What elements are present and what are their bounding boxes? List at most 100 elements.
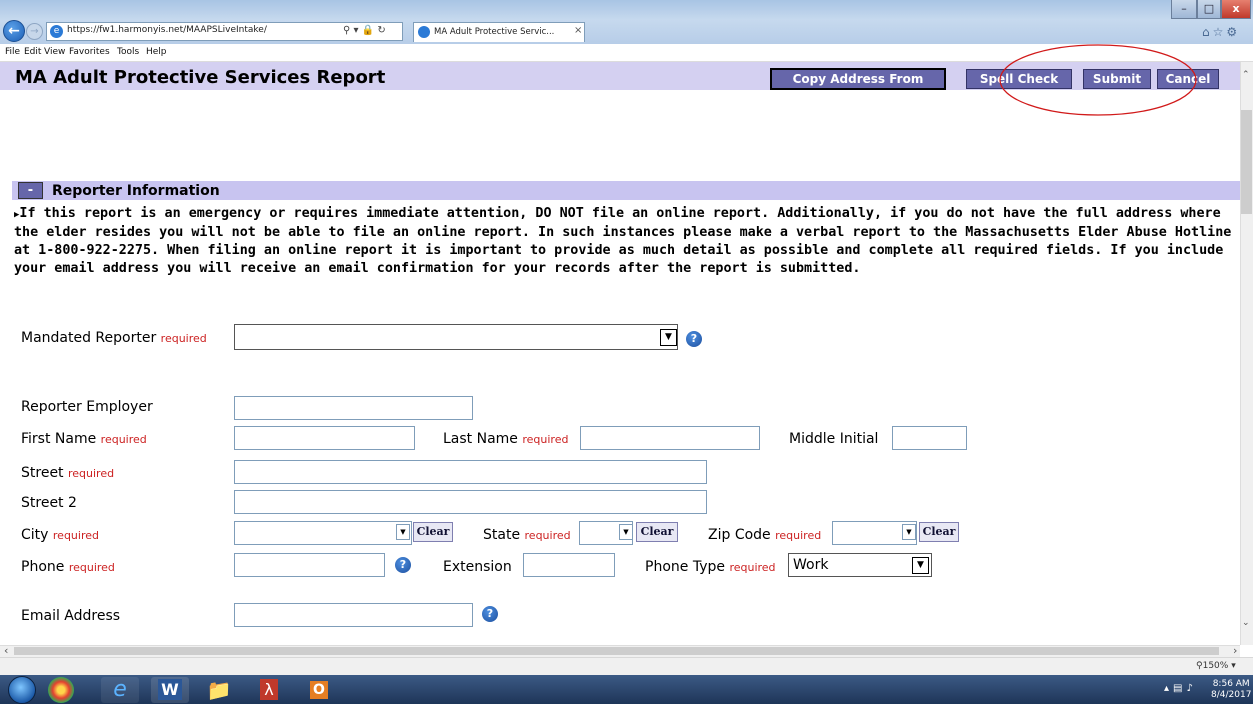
required-marker: required [160, 332, 207, 345]
required-marker: required [775, 529, 822, 542]
tab-title: MA Adult Protective Servic... [434, 27, 555, 37]
magnifier-icon: ⚲ [1196, 661, 1203, 671]
city-dropdown-icon[interactable]: ▼ [396, 524, 410, 540]
dropdown-icon[interactable]: ▾ [354, 25, 359, 36]
phone-type-select[interactable]: Work [788, 553, 932, 577]
horizontal-scroll-thumb[interactable] [14, 647, 1219, 655]
required-marker: required [68, 561, 115, 574]
dropdown-icon[interactable]: ▾ [1231, 661, 1236, 671]
menu-favorites[interactable]: Favorites [69, 47, 110, 57]
menu-file[interactable]: File [5, 47, 20, 57]
scroll-left-icon[interactable]: ‹ [4, 644, 8, 657]
middle-initial-input[interactable] [892, 426, 967, 450]
scroll-right-icon[interactable]: › [1233, 644, 1237, 657]
address-url[interactable]: https://fw1.harmonyis.net/MAAPSLiveIntak… [67, 25, 267, 35]
scroll-down-icon[interactable]: ⌄ [1242, 618, 1250, 628]
state-dropdown-icon[interactable]: ▼ [619, 524, 633, 540]
city-clear-button[interactable]: Clear [413, 522, 453, 542]
phone-type-label: Phone Type required [645, 559, 776, 575]
network-icon[interactable]: ▤ [1173, 683, 1186, 694]
search-icon[interactable]: ⚲ [343, 25, 350, 36]
mandated-reporter-label: Mandated Reporter required [21, 330, 207, 346]
reporter-employer-label: Reporter Employer [21, 399, 153, 415]
required-marker: required [522, 433, 569, 446]
annotation-circle [999, 44, 1197, 116]
state-label-text: State [483, 527, 521, 543]
notice-text: If this report is an emergency or requir… [14, 206, 1232, 276]
outlook-icon[interactable]: O [300, 677, 338, 703]
mandated-reporter-label-text: Mandated Reporter [21, 330, 157, 346]
acrobat-icon[interactable]: λ [250, 677, 288, 703]
email-label: Email Address [21, 608, 121, 624]
menu-edit[interactable]: Edit [24, 47, 41, 57]
zip-code-label: Zip Code required [708, 527, 821, 543]
extension-input[interactable] [523, 553, 615, 577]
menu-help[interactable]: Help [146, 47, 167, 57]
city-label-text: City [21, 527, 49, 543]
chevron-down-icon[interactable]: ▼ [912, 557, 929, 574]
address-bar[interactable]: e https://fw1.harmonyis.net/MAAPSLiveInt… [46, 22, 403, 41]
menu-tools[interactable]: Tools [117, 47, 139, 57]
mandated-reporter-select[interactable] [234, 324, 678, 350]
close-window-button[interactable]: x [1221, 0, 1251, 19]
vertical-scroll-thumb[interactable] [1241, 110, 1252, 214]
forward-arrow-icon[interactable]: → [26, 23, 43, 40]
settings-gear-icon[interactable]: ⚙ [1226, 25, 1240, 39]
minimize-button[interactable]: – [1171, 0, 1197, 19]
browser-toolbar-icons: ⌂☆⚙ [1202, 25, 1240, 39]
system-tray: ▴▤♪ [1164, 683, 1197, 694]
clock-date: 8/4/2017 [1211, 690, 1252, 700]
file-explorer-icon[interactable]: 📁 [200, 677, 238, 703]
tray-expand-icon[interactable]: ▴ [1164, 683, 1173, 694]
word-icon[interactable]: W [151, 677, 189, 703]
street-input[interactable] [234, 460, 707, 484]
section-title: Reporter Information [52, 183, 220, 199]
clock[interactable]: 8:56 AM 8/4/2017 [1211, 679, 1251, 701]
copy-address-button[interactable]: Copy Address From [770, 68, 946, 90]
lock-icon[interactable]: 🔒 [362, 25, 374, 36]
reporter-employer-input[interactable] [234, 396, 473, 420]
street2-label: Street 2 [21, 495, 77, 511]
menu-view[interactable]: View [44, 47, 65, 57]
refresh-icon[interactable]: ↻ [377, 25, 385, 36]
first-name-input[interactable] [234, 426, 415, 450]
internet-explorer-icon[interactable]: e [101, 677, 139, 703]
page-title: MA Adult Protective Services Report [15, 67, 386, 88]
state-clear-button[interactable]: Clear [636, 522, 678, 542]
phone-type-label-text: Phone Type [645, 559, 725, 575]
street-label-text: Street [21, 465, 64, 481]
last-name-input[interactable] [580, 426, 760, 450]
street2-input[interactable] [234, 490, 707, 514]
extension-label: Extension [443, 559, 512, 575]
phone-input[interactable] [234, 553, 385, 577]
zip-dropdown-icon[interactable]: ▼ [902, 524, 916, 540]
phone-type-value: Work [793, 557, 829, 573]
help-icon[interactable]: ? [482, 606, 498, 622]
volume-icon[interactable]: ♪ [1186, 683, 1196, 694]
chevron-down-icon[interactable]: ▼ [660, 329, 677, 346]
favorites-star-icon[interactable]: ☆ [1213, 25, 1227, 39]
zip-code-label-text: Zip Code [708, 527, 771, 543]
required-marker: required [68, 467, 115, 480]
scroll-up-icon[interactable]: ⌃ [1242, 70, 1250, 80]
browser-tab[interactable]: MA Adult Protective Servic... × [413, 22, 585, 42]
back-arrow-icon[interactable]: ← [3, 20, 25, 42]
city-input[interactable] [234, 521, 412, 545]
email-input[interactable] [234, 603, 473, 627]
first-name-label: First Name required [21, 431, 147, 447]
clock-time: 8:56 AM [1212, 679, 1250, 689]
help-icon[interactable]: ? [686, 331, 702, 347]
help-icon[interactable]: ? [395, 557, 411, 573]
chrome-icon[interactable] [48, 677, 74, 703]
first-name-label-text: First Name [21, 431, 97, 447]
maximize-button[interactable]: □ [1197, 0, 1221, 19]
zoom-level[interactable]: ⚲150% ▾ [1196, 661, 1236, 671]
last-name-label-text: Last Name [443, 431, 518, 447]
required-marker: required [100, 433, 147, 446]
address-bar-actions[interactable]: ⚲ ▾ 🔒 ↻ [343, 25, 386, 36]
start-button-icon[interactable] [8, 676, 36, 704]
emergency-notice: ▶If this report is an emergency or requi… [14, 205, 1242, 278]
tab-close-icon[interactable]: × [574, 25, 582, 36]
zip-clear-button[interactable]: Clear [919, 522, 959, 542]
collapse-section-button[interactable]: - [18, 182, 43, 199]
